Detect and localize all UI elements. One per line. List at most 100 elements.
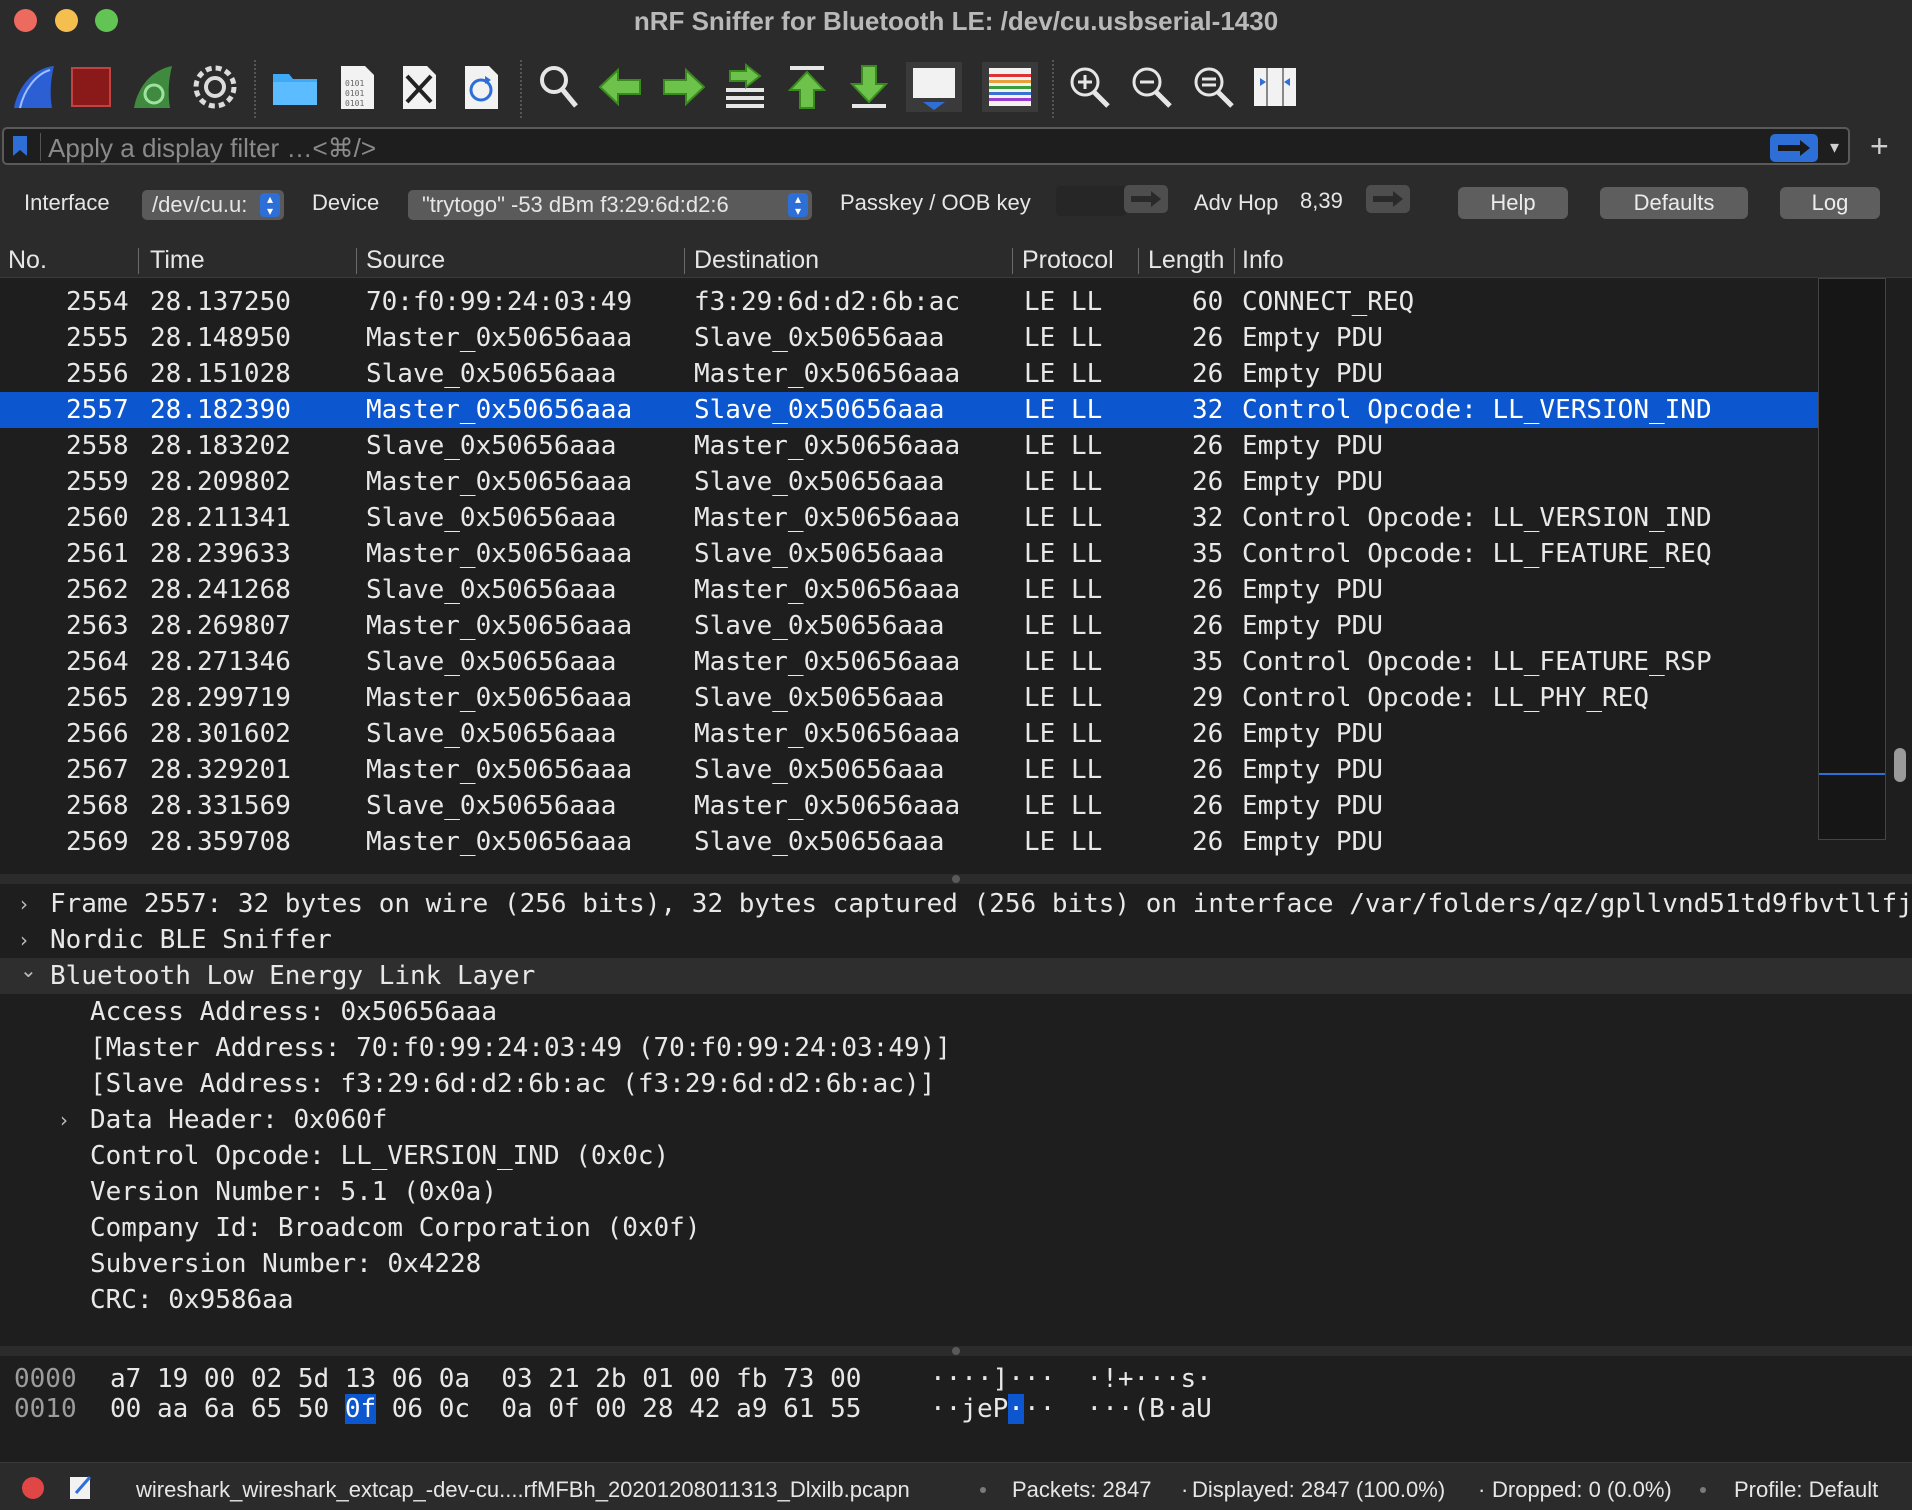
zoom-reset-icon[interactable] (1188, 62, 1238, 112)
capture-status-icon[interactable] (20, 1475, 46, 1501)
packet-length-cell: 26 (1192, 575, 1224, 605)
last-packet-icon[interactable] (844, 62, 894, 112)
packet-bytes-pane[interactable]: 0000 a7 19 00 02 5d 13 06 0a 03 21 2b 01… (0, 1356, 1912, 1458)
search-icon[interactable] (534, 62, 584, 112)
hex-ascii[interactable]: ··jeP··· ···(B·aU (930, 1394, 1212, 1424)
detail-tree-label: Data Header: 0x060f (90, 1105, 388, 1135)
display-filter-field[interactable]: Apply a display filter …<⌘/> ▾ (2, 127, 1850, 165)
packet-source-cell: Slave_0x50656aaa (366, 575, 617, 605)
column-header-source[interactable]: Source (366, 246, 445, 275)
detail-tree-item[interactable]: [Master Address: 70:f0:99:24:03:49 (70:f… (0, 1030, 1912, 1066)
device-select[interactable]: "trytogo" -53 dBm f3:29:6d:d2:6 ▴ ▾ (408, 190, 812, 220)
adv-hop-submit-button[interactable] (1366, 185, 1410, 213)
detail-tree-item[interactable]: [Slave Address: f3:29:6d:d2:6b:ac (f3:29… (0, 1066, 1912, 1102)
chevron-right-icon[interactable]: › (20, 928, 28, 952)
filter-history-dropdown[interactable]: ▾ (1830, 137, 1839, 158)
zoom-out-icon[interactable] (1126, 62, 1176, 112)
gear-icon[interactable] (190, 62, 240, 112)
chevron-right-icon[interactable]: › (20, 892, 28, 916)
column-header-no[interactable]: No. (8, 246, 47, 275)
detail-tree-item[interactable]: › Frame 2557: 32 bytes on wire (256 bits)… (0, 886, 1912, 922)
column-header-destination[interactable]: Destination (694, 246, 819, 275)
packet-row[interactable]: 2564 28.271346 Slave_0x50656aaa Master_0x50… (0, 644, 1818, 680)
back-arrow-icon[interactable] (596, 62, 646, 112)
colorize-icon[interactable] (982, 62, 1038, 112)
resize-columns-icon[interactable] (1250, 62, 1300, 112)
zoom-in-icon[interactable] (1064, 62, 1114, 112)
reload-icon[interactable] (456, 62, 506, 112)
packet-row[interactable]: 2566 28.301602 Slave_0x50656aaa Master_0x50… (0, 716, 1818, 752)
forward-arrow-icon[interactable] (658, 62, 708, 112)
packet-row[interactable]: 2567 28.329201 Master_0x50656aaa Slave_0x50… (0, 752, 1818, 788)
column-separator[interactable] (138, 248, 139, 274)
packet-row[interactable]: 2555 28.148950 Master_0x50656aaa Slave_0x50… (0, 320, 1818, 356)
column-separator[interactable] (684, 248, 685, 274)
pane-splitter[interactable] (0, 1346, 1912, 1356)
chevron-down-icon[interactable]: ⌄ (20, 958, 37, 982)
log-button[interactable]: Log (1780, 187, 1880, 219)
capture-comment-icon[interactable] (68, 1473, 94, 1501)
column-header-length[interactable]: Length (1148, 246, 1224, 275)
packet-row[interactable]: 2568 28.331569 Slave_0x50656aaa Master_0x50… (0, 788, 1818, 824)
detail-tree-item[interactable]: Access Address: 0x50656aaa (0, 994, 1912, 1030)
autoscroll-icon[interactable] (906, 62, 962, 112)
packet-row[interactable]: 2561 28.239633 Master_0x50656aaa Slave_0x50… (0, 536, 1818, 572)
packet-no-cell: 2566 (66, 719, 129, 749)
column-separator[interactable] (356, 248, 357, 274)
packet-row[interactable]: 2558 28.183202 Slave_0x50656aaa Master_0x50… (0, 428, 1818, 464)
packet-details-tree[interactable]: › Frame 2557: 32 bytes on wire (256 bits)… (0, 884, 1912, 1346)
packet-row[interactable]: 2563 28.269807 Master_0x50656aaa Slave_0x50… (0, 608, 1818, 644)
adv-hop-input[interactable]: 8,39 (1294, 186, 1368, 216)
column-header-info[interactable]: Info (1242, 246, 1284, 275)
hex-bytes[interactable]: 00 aa 6a 65 50 0f 06 0c 0a 0f 00 28 42 a… (110, 1394, 861, 1424)
packet-minimap[interactable] (1818, 278, 1886, 840)
interface-select[interactable]: /dev/cu.u: ▴ ▾ (142, 190, 284, 220)
folder-open-icon[interactable] (270, 62, 320, 112)
packet-row-selected[interactable]: 2557 28.182390 Master_0x50656aaa Slave_0x50… (0, 392, 1818, 428)
detail-tree-item[interactable]: › Data Header: 0x060f (0, 1102, 1912, 1138)
close-file-icon[interactable] (394, 62, 444, 112)
packet-row[interactable]: 2569 28.359708 Master_0x50656aaa Slave_0x50… (0, 824, 1818, 860)
detail-tree-item[interactable]: Subversion Number: 0x4228 (0, 1246, 1912, 1282)
packet-row[interactable]: 2556 28.151028 Slave_0x50656aaa Master_0x50… (0, 356, 1818, 392)
pane-splitter[interactable] (0, 874, 1912, 884)
scrollbar-thumb[interactable] (1894, 748, 1906, 782)
bookmark-icon[interactable] (12, 135, 28, 157)
passkey-submit-button[interactable] (1124, 185, 1168, 213)
restart-icon[interactable] (128, 62, 178, 112)
packet-row[interactable]: 2565 28.299719 Master_0x50656aaa Slave_0x50… (0, 680, 1818, 716)
first-packet-icon[interactable] (782, 62, 832, 112)
detail-tree-item[interactable]: Version Number: 5.1 (0x0a) (0, 1174, 1912, 1210)
add-filter-button[interactable]: + (1870, 128, 1889, 165)
packet-destination-cell: Master_0x50656aaa (694, 719, 961, 749)
hex-bytes[interactable]: a7 19 00 02 5d 13 06 0a 03 21 2b 01 00 f… (110, 1364, 861, 1394)
packet-list[interactable]: 2554 28.137250 70:f0:99:24:03:49 f3:29:6d:d… (0, 278, 1820, 874)
help-button[interactable]: Help (1458, 187, 1568, 219)
packet-row[interactable]: 2559 28.209802 Master_0x50656aaa Slave_0x50… (0, 464, 1818, 500)
packet-info-cell: Control Opcode: LL_VERSION_IND (1242, 503, 1712, 533)
column-header-time[interactable]: Time (150, 246, 205, 275)
hex-ascii[interactable]: ····]··· ·!+···s· (930, 1364, 1212, 1394)
shark-fin-start-icon[interactable] (10, 62, 60, 112)
column-separator[interactable] (1234, 248, 1235, 274)
passkey-input[interactable] (1056, 186, 1126, 216)
packet-list-scrollbar[interactable] (1886, 278, 1912, 874)
packet-row[interactable]: 2560 28.211341 Slave_0x50656aaa Master_0x50… (0, 500, 1818, 536)
column-header-protocol[interactable]: Protocol (1022, 246, 1114, 275)
detail-tree-item[interactable]: CRC: 0x9586aa (0, 1282, 1912, 1318)
profile-name[interactable]: Profile: Default (1734, 1477, 1878, 1503)
save-file-icon[interactable]: 0101 0101 0101 (332, 62, 382, 112)
packet-row[interactable]: 2554 28.137250 70:f0:99:24:03:49 f3:29:6d:d… (0, 284, 1818, 320)
detail-tree-item[interactable]: ⌄ Bluetooth Low Energy Link Layer (0, 958, 1912, 994)
packet-row[interactable]: 2562 28.241268 Slave_0x50656aaa Master_0x50… (0, 572, 1818, 608)
apply-filter-button[interactable] (1770, 134, 1818, 162)
detail-tree-item[interactable]: Company Id: Broadcom Corporation (0x0f) (0, 1210, 1912, 1246)
defaults-button[interactable]: Defaults (1600, 187, 1748, 219)
column-separator[interactable] (1012, 248, 1013, 274)
chevron-right-icon[interactable]: › (60, 1108, 68, 1132)
go-to-packet-icon[interactable] (720, 62, 770, 112)
detail-tree-item[interactable]: › Nordic BLE Sniffer (0, 922, 1912, 958)
stop-icon[interactable] (66, 62, 116, 112)
detail-tree-item[interactable]: Control Opcode: LL_VERSION_IND (0x0c) (0, 1138, 1912, 1174)
column-separator[interactable] (1138, 248, 1139, 274)
